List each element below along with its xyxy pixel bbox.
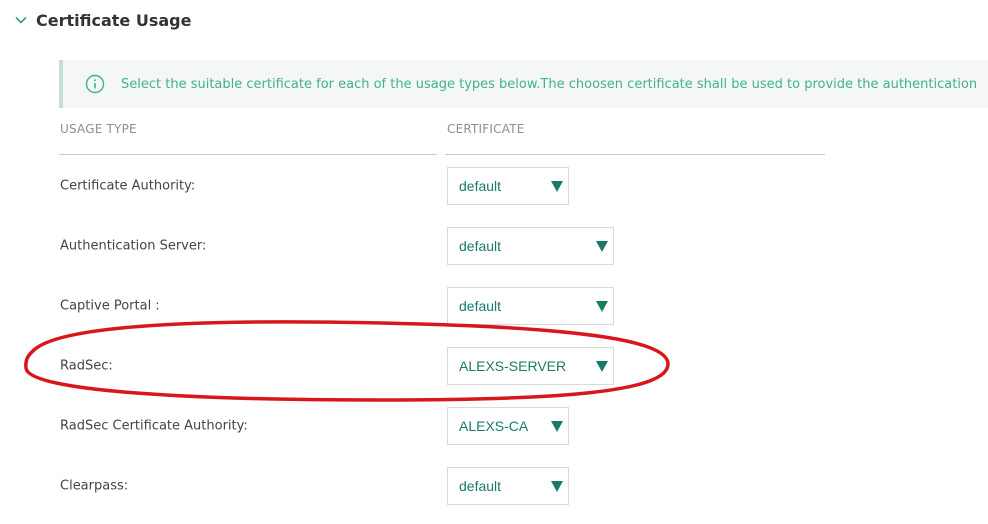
chevron-down-icon — [15, 16, 27, 24]
select-value: default — [459, 178, 502, 194]
select-value: default — [459, 298, 502, 314]
column-header-usage-type: USAGE TYPE — [60, 122, 137, 136]
caret-down-icon — [596, 301, 608, 312]
select-value: ALEXS-CA — [459, 418, 529, 434]
info-icon — [85, 74, 105, 94]
table-row: Authentication Server: default — [0, 216, 988, 276]
info-banner: Select the suitable certificate for each… — [59, 60, 988, 108]
usage-label-authentication-server: Authentication Server: — [60, 238, 207, 254]
section-toggle[interactable]: Certificate Usage — [14, 6, 191, 34]
certificate-select-radsec-certificate-authority[interactable]: ALEXS-CA — [447, 407, 569, 445]
certificate-select-clearpass[interactable]: default — [447, 467, 569, 505]
select-value: default — [459, 478, 502, 494]
table-row: RadSec: ALEXS-SERVER — [0, 336, 988, 396]
certificate-select-certificate-authority[interactable]: default — [447, 167, 569, 205]
header-divider — [445, 154, 825, 155]
table-row: Clearpass: default — [0, 456, 988, 516]
table-row: Captive Portal : default — [0, 276, 988, 336]
caret-down-icon — [596, 241, 608, 252]
table-row: Certificate Authority: default — [0, 156, 988, 216]
section-title: Certificate Usage — [36, 10, 192, 30]
select-value: default — [459, 238, 502, 254]
caret-down-icon — [551, 481, 563, 492]
header-divider — [59, 154, 437, 155]
select-value: ALEXS-SERVER — [459, 358, 567, 374]
info-banner-text: Select the suitable certificate for each… — [121, 76, 978, 92]
certificate-select-captive-portal[interactable]: default — [447, 287, 614, 325]
table-row: RadSec Certificate Authority: ALEXS-CA — [0, 396, 988, 456]
usage-label-radsec: RadSec: — [60, 358, 113, 374]
column-header-certificate: CERTIFICATE — [447, 122, 525, 136]
usage-label-certificate-authority: Certificate Authority: — [60, 178, 196, 194]
usage-label-captive-portal: Captive Portal : — [60, 298, 160, 314]
caret-down-icon — [551, 421, 563, 432]
certificate-select-radsec[interactable]: ALEXS-SERVER — [447, 347, 614, 385]
usage-label-radsec-certificate-authority: RadSec Certificate Authority: — [60, 418, 248, 434]
caret-down-icon — [596, 361, 608, 372]
usage-label-clearpass: Clearpass: — [60, 478, 129, 494]
caret-down-icon — [551, 181, 563, 192]
certificate-select-authentication-server[interactable]: default — [447, 227, 614, 265]
